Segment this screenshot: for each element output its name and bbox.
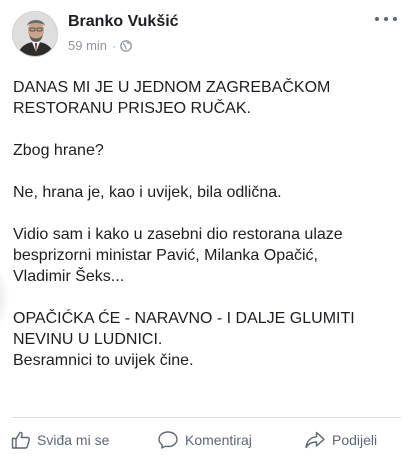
more-options-icon[interactable] [375,12,397,26]
comment-bubble-icon [158,431,178,449]
post-paragraph-1: DANAS MI JE U JEDNOM ZAGREBAČKOM RESTORA… [13,79,331,117]
post-paragraph-4: Vidio sam i kako u zasebni dio restorana… [13,226,343,285]
post-actions-bar: Sviđa mi se Komentiraj Podijeli [0,418,413,463]
author-name[interactable]: Branko Vukšić [68,13,179,31]
post-header: Branko Vukšić 59 min · [0,0,413,66]
post-paragraph-2: Zbog hrane? [13,142,104,159]
comment-button[interactable]: Komentiraj [157,427,252,453]
facebook-post: Branko Vukšić 59 min · DANAS MI JE U JED… [0,0,413,463]
share-label: Podijeli [332,432,378,448]
avatar-portrait-icon [13,12,57,56]
post-time[interactable]: 59 min [68,38,107,53]
thumbs-up-icon [11,431,30,449]
comment-label: Komentiraj [185,432,252,448]
edge-shadow [0,262,10,334]
share-arrow-icon [305,431,325,449]
meta-separator: · [112,38,117,53]
post-paragraph-3: Ne, hrana je, kao i uvijek, bila odlična… [13,184,282,201]
share-button[interactable]: Podijeli [304,427,377,453]
like-button[interactable]: Sviđa mi se [11,427,109,453]
like-label: Sviđa mi se [37,432,110,448]
post-paragraph-5: OPAČIĆKA ĆE - NARAVNO - I DALJE GLUMITI … [13,310,355,369]
post-text: DANAS MI JE U JEDNOM ZAGREBAČKOM RESTORA… [13,77,405,371]
author-avatar[interactable] [12,11,58,57]
post-meta: 59 min · [68,38,132,53]
globe-icon[interactable] [120,39,132,52]
